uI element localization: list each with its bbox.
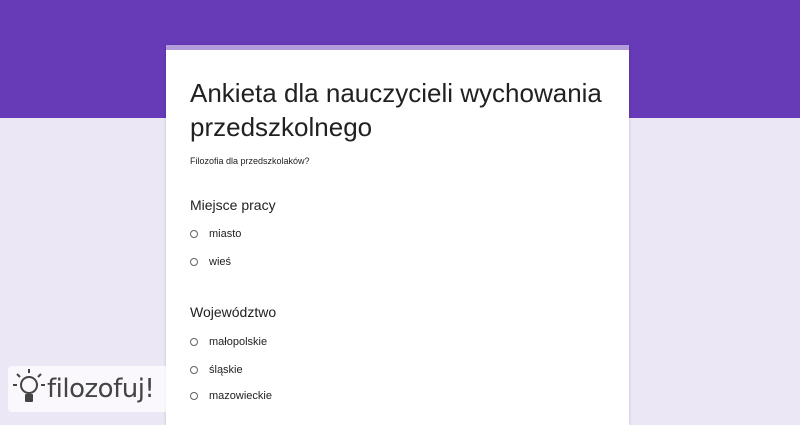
option-label: małopolskie: [209, 336, 268, 348]
lightbulb-icon: [13, 369, 45, 402]
radio-button[interactable]: [190, 258, 198, 266]
form-title: Ankieta dla nauczycieli wychowania przed…: [190, 78, 602, 142]
radio-option-wies[interactable]: wieś: [190, 255, 231, 269]
option-label: miasto: [209, 228, 242, 240]
form-description: Filozofia dla przedszkolaków?: [190, 156, 310, 166]
option-label: śląskie: [209, 364, 243, 376]
question-title-miejsce-pracy: Miejsce pracy: [190, 197, 276, 213]
radio-button[interactable]: [190, 230, 198, 238]
card-accent-bar: [166, 45, 629, 50]
option-label: mazowieckie: [209, 390, 272, 402]
radio-button[interactable]: [190, 338, 198, 346]
radio-option-mazowieckie[interactable]: mazowieckie: [190, 389, 272, 403]
radio-option-miasto[interactable]: miasto: [190, 227, 241, 241]
radio-button[interactable]: [190, 392, 198, 400]
option-label: wieś: [209, 256, 232, 268]
radio-option-malopolskie[interactable]: małopolskie: [190, 335, 267, 349]
radio-option-slaskie[interactable]: śląskie: [190, 363, 243, 377]
radio-button[interactable]: [190, 366, 198, 374]
watermark-logo: filozofuj!: [8, 366, 173, 412]
form-card: Ankieta dla nauczycieli wychowania przed…: [166, 45, 629, 425]
question-title-wojewodztwo: Województwo: [190, 304, 277, 320]
watermark-text: filozofuj!: [47, 374, 155, 404]
